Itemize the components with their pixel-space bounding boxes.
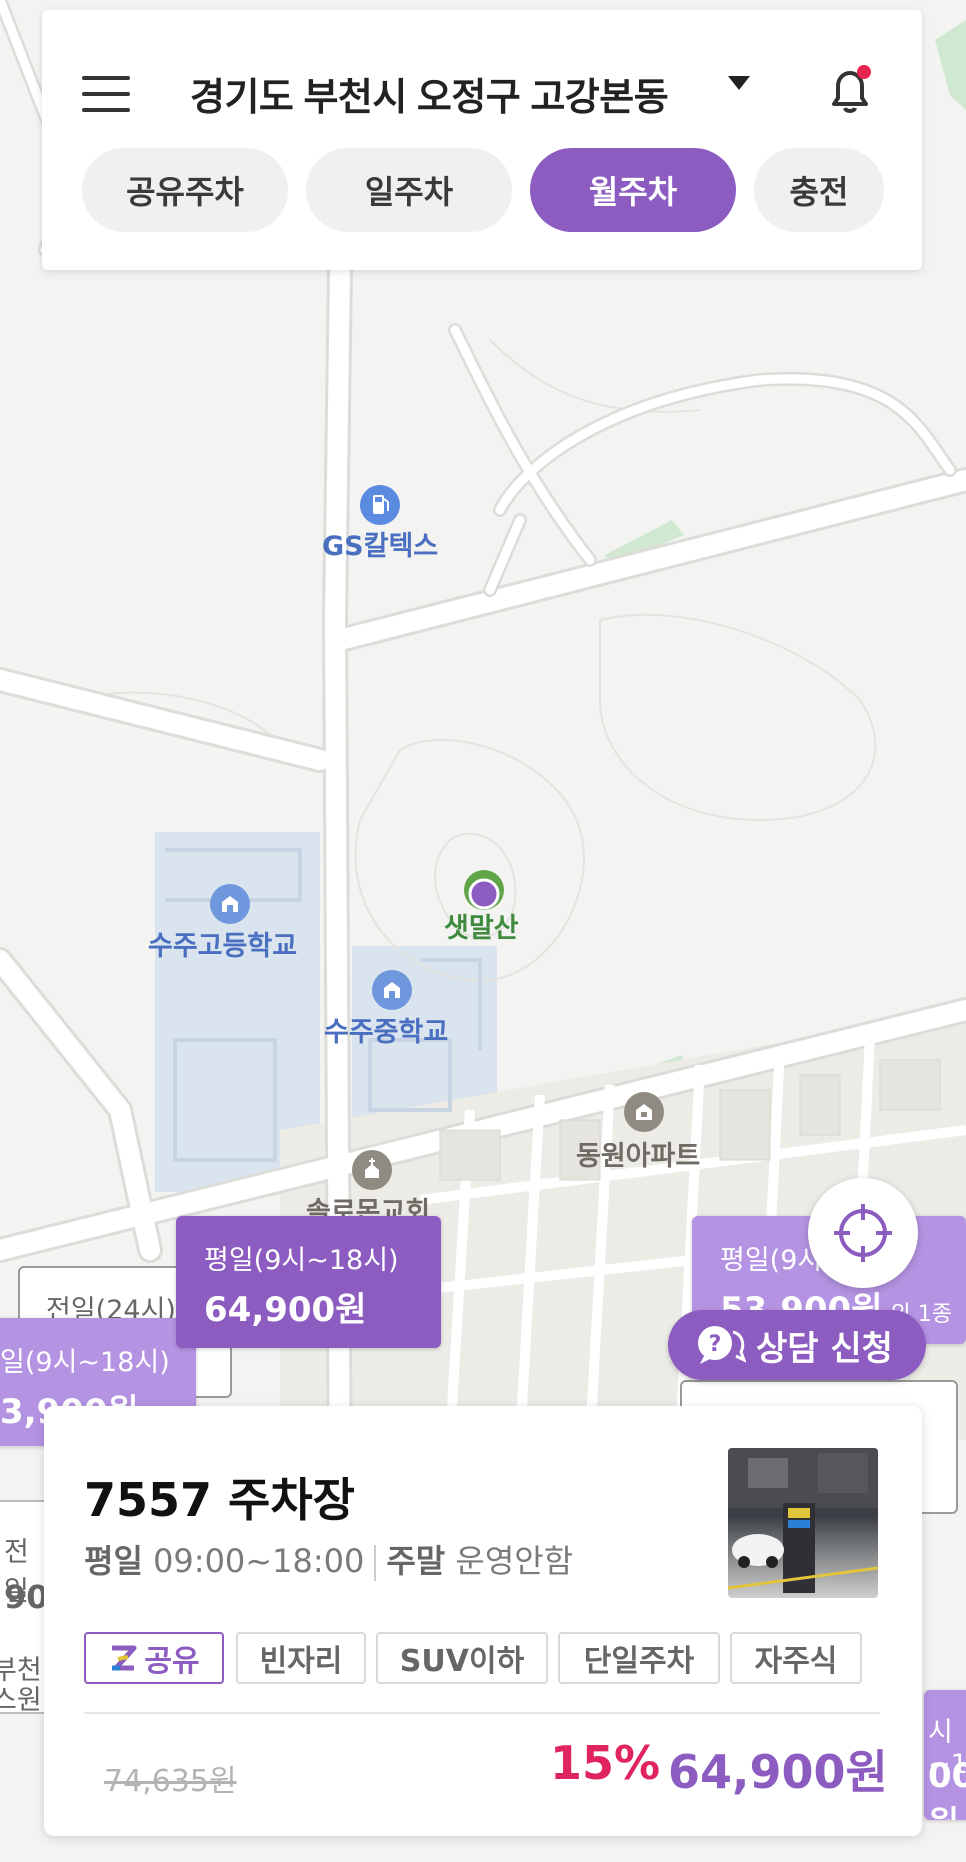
poi-label[interactable]: 샛말산 (444, 906, 519, 945)
bell-icon[interactable] (822, 62, 878, 122)
original-price: 74,635원 (104, 1764, 237, 1799)
hours-separator (374, 1545, 377, 1581)
church-icon (352, 1150, 392, 1190)
tag-vacancy: 빈자리 (236, 1632, 366, 1684)
price-marker[interactable]: 평일(9시~18시) 64,900원 (176, 1216, 441, 1348)
weekday-label: 평일 (84, 1542, 143, 1580)
apartment-icon (624, 1092, 664, 1132)
crosshair-icon (834, 1204, 892, 1262)
weekend-status: 운영안함 (455, 1542, 574, 1580)
caret-down-icon[interactable] (728, 76, 750, 90)
tag-label: 공유 (144, 1644, 200, 1679)
marker-time: 평일(9시~18시) (204, 1245, 399, 1276)
consult-label: 상담 신청 (756, 1328, 893, 1369)
locate-button[interactable] (808, 1178, 918, 1288)
header-card: 경기도 부천시 오정구 고강본동 공유주차 일주차 월주차 충전 (42, 10, 922, 270)
divider (84, 1712, 880, 1714)
hamburger-icon[interactable] (82, 74, 132, 114)
poi-label[interactable]: 동원아파트 (576, 1134, 700, 1173)
marker-time: 일(9시~18시) (0, 1347, 170, 1378)
marker-time: 평일(9시 (720, 1245, 823, 1276)
poi-label[interactable]: GS칼텍스 (322, 524, 438, 563)
marker-price: 00원 (928, 1756, 966, 1820)
school-icon (210, 884, 250, 924)
final-price: 64,900원 (668, 1745, 888, 1799)
price-marker[interactable]: 시~1 00원 (924, 1690, 966, 1820)
mountain-icon (464, 870, 504, 910)
parking-lot-name: 7557 주차장 (84, 1473, 356, 1527)
tab-monthly-parking[interactable]: 월주차 (530, 148, 736, 232)
parking-detail-card[interactable]: 7557 주차장 평일 09:00~18:00 주말 운영안함 공유 빈자리 SU… (44, 1406, 922, 1836)
gas-station-icon (360, 485, 400, 525)
tag-shared: 공유 (84, 1632, 224, 1684)
tab-shared-parking[interactable]: 공유주차 (82, 148, 288, 232)
brand-z-icon (112, 1645, 137, 1671)
tag-self-parking: 자주식 (730, 1632, 862, 1684)
discount-rate: 15% (550, 1736, 661, 1790)
tag-single-parking: 단일주차 (558, 1632, 720, 1684)
tab-charging[interactable]: 충전 (754, 148, 884, 232)
poi-label[interactable]: 수주고등학교 (148, 924, 297, 963)
region-selector[interactable]: 경기도 부천시 오정구 고강본동 (190, 66, 669, 121)
marker-price: 64,900원 (204, 1290, 367, 1330)
parking-lot-photo[interactable] (728, 1448, 878, 1598)
svg-text:?: ? (709, 1332, 722, 1357)
help-chat-icon: ? (698, 1326, 746, 1364)
weekend-label: 주말 (386, 1542, 446, 1580)
poi-label[interactable]: 수주중학교 (324, 1010, 448, 1049)
school-icon (372, 970, 412, 1010)
tab-daily-parking[interactable]: 일주차 (306, 148, 512, 232)
marker-price: 90 (4, 1578, 49, 1616)
tag-suv-limit: SUV이하 (376, 1632, 548, 1684)
consult-button[interactable]: ? 상담 신청 (668, 1310, 926, 1380)
weekday-hours: 09:00~18:00 (153, 1542, 365, 1580)
operating-hours: 평일 09:00~18:00 주말 운영안함 (84, 1536, 573, 1582)
marker-price: 스원 (0, 1685, 42, 1714)
